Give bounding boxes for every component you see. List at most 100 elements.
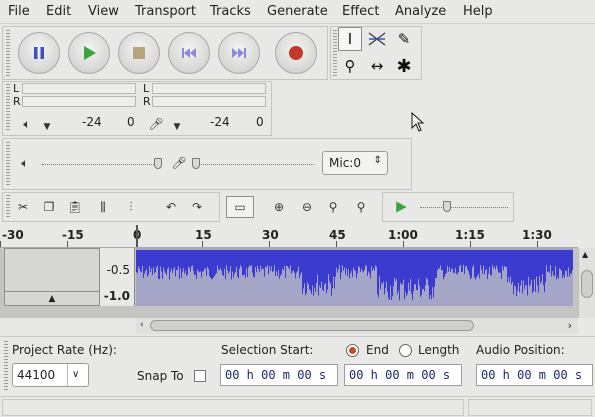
vertical-scrollbar[interactable]: ▲ xyxy=(578,248,595,318)
selection-tool[interactable]: I xyxy=(338,27,362,51)
ruler-tick xyxy=(336,241,337,247)
cut-icon: ✂ xyxy=(17,200,29,214)
zoom-out-button[interactable]: ⊖ xyxy=(296,196,318,218)
skip-end-button[interactable] xyxy=(218,32,260,74)
chevron-down-icon: ▼ xyxy=(43,122,51,132)
collapse-track-button[interactable]: ▲ xyxy=(5,291,99,305)
cursor-icon xyxy=(411,112,425,132)
speaker-icon: 🔈︎ xyxy=(21,155,29,170)
vertical-scroll-thumb[interactable] xyxy=(581,270,593,298)
pause-button[interactable] xyxy=(18,32,60,74)
record-volume-track xyxy=(194,164,314,166)
trim-icon: ⫼ xyxy=(100,199,106,214)
fit-project-button[interactable]: ⚲ xyxy=(350,196,372,218)
timeshift-tool[interactable]: ↔ xyxy=(365,54,389,78)
redo-button[interactable]: ↷ xyxy=(186,196,208,218)
record-button[interactable] xyxy=(275,32,317,74)
scroll-right-icon[interactable]: › xyxy=(568,319,572,332)
sync-lock-button[interactable]: ▭ xyxy=(226,196,254,218)
menu-bar: File Edit View Transport Tracks Generate… xyxy=(0,0,595,24)
transport-grip[interactable] xyxy=(5,30,11,76)
waveform[interactable] xyxy=(136,248,573,306)
ruler-label: -15 xyxy=(62,228,84,242)
snap-to-checkbox[interactable] xyxy=(194,370,206,382)
selection-tool-icon: I xyxy=(347,30,353,48)
sync-lock-icon: ▭ xyxy=(234,200,246,214)
horizontal-scroll-thumb[interactable] xyxy=(150,320,474,331)
menu-generate[interactable]: Generate xyxy=(267,4,328,19)
menu-tracks[interactable]: Tracks xyxy=(210,4,251,19)
audio-position-value: 00 h 00 m 00 s xyxy=(481,368,583,382)
paste-button[interactable]: 📋︎ xyxy=(64,196,86,218)
record-tick-minus24: -24 xyxy=(210,115,230,129)
scroll-up-icon[interactable]: ▲ xyxy=(582,250,588,259)
length-radio[interactable] xyxy=(399,344,412,357)
updown-icon: ⇕ xyxy=(373,155,382,166)
scale-label: -1.0 xyxy=(103,289,130,303)
record-volume-slider[interactable] xyxy=(192,158,200,169)
silence-icon: ⫶ xyxy=(129,199,133,214)
selection-toolbar: Project Rate (Hz): 44100 ∨ Snap To Selec… xyxy=(0,336,595,394)
menu-help[interactable]: Help xyxy=(463,4,493,19)
menu-edit[interactable]: Edit xyxy=(46,4,71,19)
fit-selection-button[interactable]: ⚲ xyxy=(322,196,344,218)
record-meter-menu[interactable]: ▼ xyxy=(166,116,188,138)
playback-meter-menu[interactable]: ▼ xyxy=(36,116,58,138)
silence-button[interactable]: ⫶ xyxy=(120,196,142,218)
draw-tool[interactable]: ✎ xyxy=(392,27,416,51)
mixer-grip[interactable] xyxy=(5,142,11,186)
menu-effect[interactable]: Effect xyxy=(342,4,379,19)
audio-position-field[interactable]: 00 h 00 m 00 s xyxy=(476,364,593,386)
length-label: Length xyxy=(418,343,460,357)
play-at-speed-button[interactable] xyxy=(390,196,412,218)
audio-position-label: Audio Position: xyxy=(476,343,565,357)
envelope-tool-icon xyxy=(368,32,386,46)
project-rate-select[interactable]: 44100 ∨ xyxy=(12,363,89,387)
status-text-area xyxy=(2,399,464,416)
menu-file[interactable]: File xyxy=(8,4,30,19)
playback-volume-slider[interactable] xyxy=(154,158,162,169)
end-radio[interactable] xyxy=(346,344,359,357)
record-meter-mic[interactable]: 🎤︎ xyxy=(145,113,167,135)
scroll-left-icon[interactable]: ‹ xyxy=(140,320,144,330)
edit-grip[interactable] xyxy=(5,195,11,219)
record-meter-right-label: R xyxy=(143,95,151,108)
menu-analyze[interactable]: Analyze xyxy=(395,4,446,19)
meter-grip[interactable] xyxy=(5,84,11,132)
end-label: End xyxy=(366,343,389,357)
selection-start-label: Selection Start: xyxy=(221,343,314,357)
multi-tool[interactable]: ✱ xyxy=(392,54,416,78)
selection-grip[interactable] xyxy=(3,341,9,391)
input-device-select[interactable]: Mic:0 ⇕ xyxy=(322,151,388,175)
track-control-panel[interactable]: ▲ xyxy=(4,248,100,306)
trim-button[interactable]: ⫼ xyxy=(92,196,114,218)
copy-button[interactable]: ❐ xyxy=(38,196,60,218)
play-speed-slider[interactable] xyxy=(443,201,451,212)
envelope-tool[interactable] xyxy=(365,27,389,51)
play-button[interactable] xyxy=(68,32,110,74)
speaker-icon: 🔈︎ xyxy=(23,116,31,131)
timeline-ruler[interactable]: -30 -15 0 15 30 45 1:00 1:15 1:30 xyxy=(0,224,578,248)
input-device-value: Mic:0 xyxy=(329,156,361,170)
horizontal-scrollbar[interactable]: ‹ › xyxy=(136,318,578,334)
menu-transport[interactable]: Transport xyxy=(135,4,196,19)
menu-view[interactable]: View xyxy=(88,4,119,19)
selection-start-field[interactable]: 00 h 00 m 00 s xyxy=(220,364,338,386)
paste-icon: 📋︎ xyxy=(67,200,83,214)
ruler-tick xyxy=(470,241,471,247)
playback-meter-speaker[interactable]: 🔈︎ xyxy=(16,113,38,135)
skip-start-button[interactable] xyxy=(168,32,210,74)
stop-button[interactable] xyxy=(118,32,160,74)
zoom-in-button[interactable]: ⊕ xyxy=(268,196,290,218)
undo-icon: ↶ xyxy=(165,200,177,214)
playback-meter-right-label: R xyxy=(13,95,21,108)
end-field[interactable]: 00 h 00 m 00 s xyxy=(344,364,462,386)
undo-button[interactable]: ↶ xyxy=(160,196,182,218)
playback-volume-track xyxy=(42,164,162,166)
cut-button[interactable]: ✂ xyxy=(12,196,34,218)
zoom-tool[interactable]: ⚲ xyxy=(338,54,362,78)
status-bar xyxy=(0,396,595,417)
record-meter-right xyxy=(152,96,266,107)
record-meter-left-label: L xyxy=(143,82,150,95)
status-rate-area xyxy=(468,399,592,416)
